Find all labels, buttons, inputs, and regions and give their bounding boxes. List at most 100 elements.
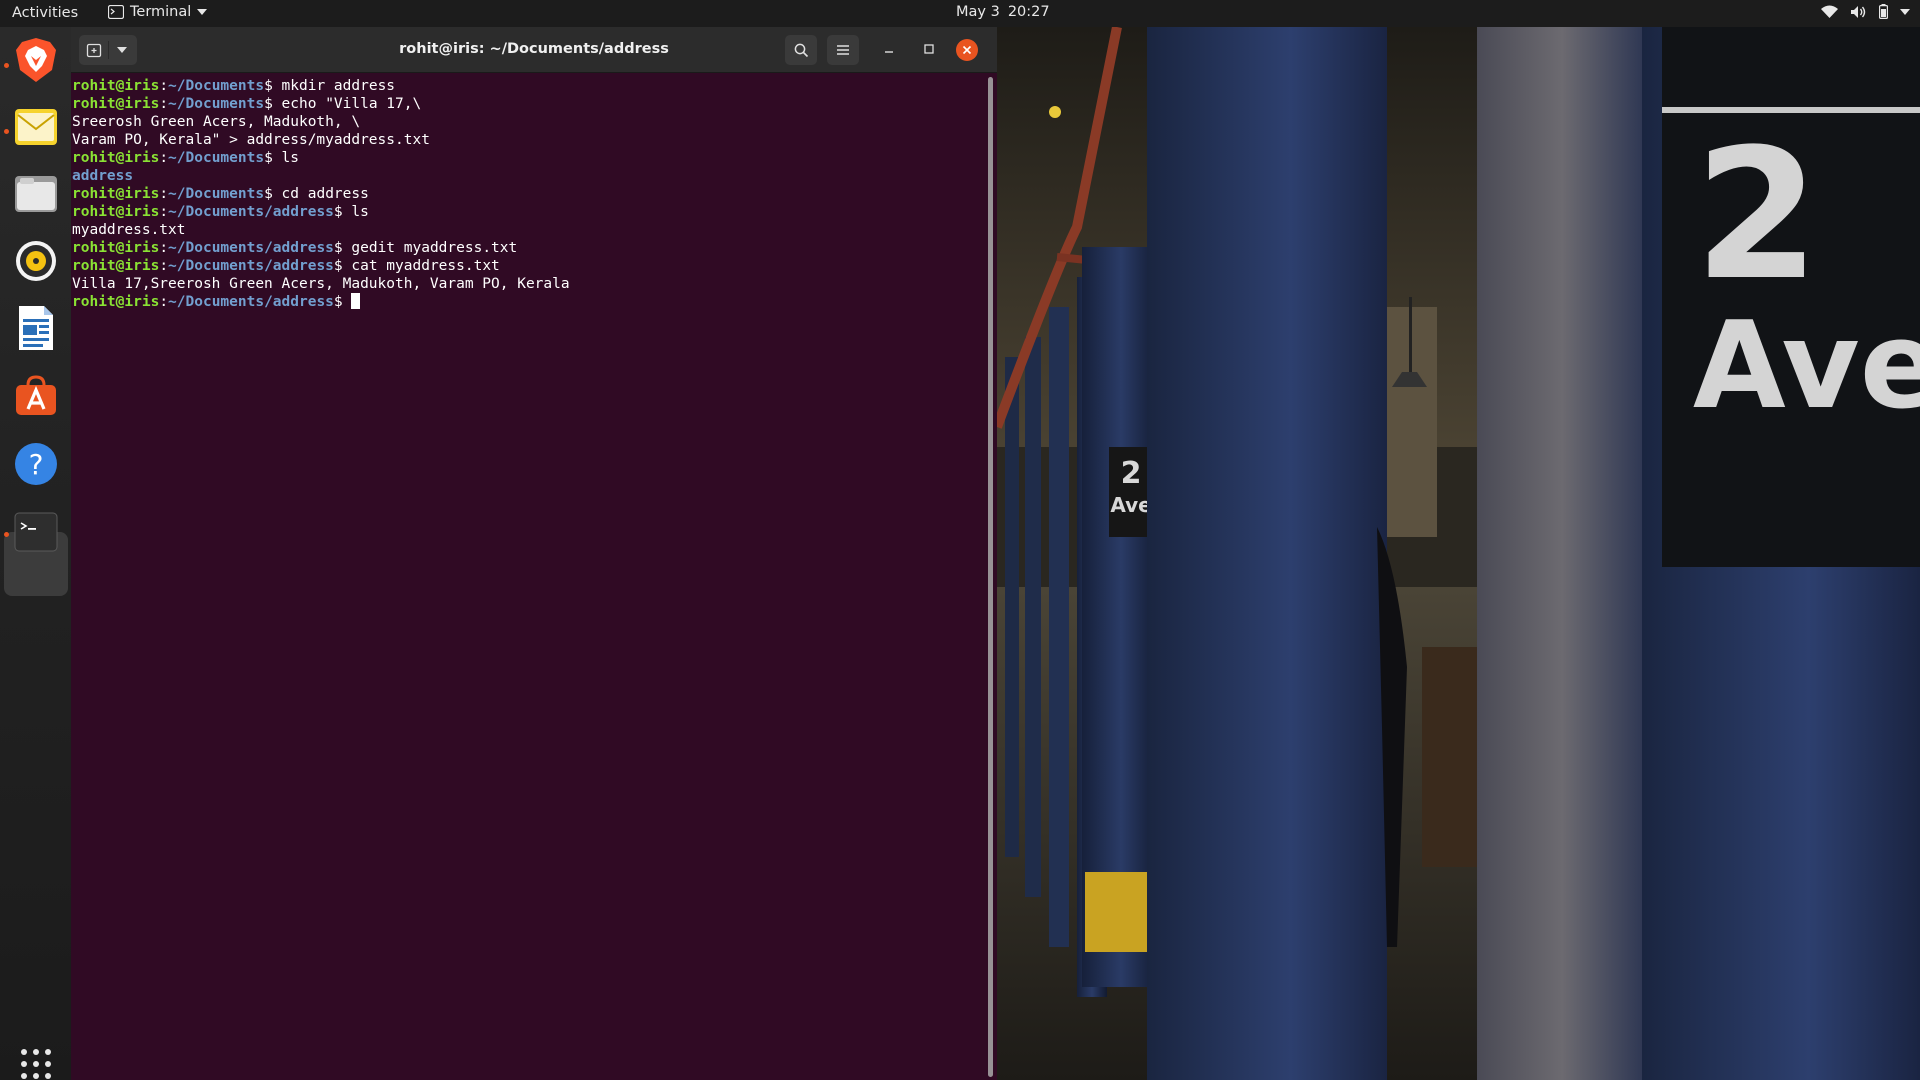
text-cursor bbox=[351, 293, 361, 309]
terminal-output[interactable]: rohit@iris:~/Documents$ mkdir address roh… bbox=[71, 73, 997, 1080]
prompt-separator: : bbox=[159, 294, 169, 310]
prompt-symbol: $ bbox=[333, 258, 343, 274]
prompt-path: ~/Documents/address bbox=[168, 258, 334, 274]
volume-icon bbox=[1851, 5, 1866, 18]
prompt-separator: : bbox=[159, 150, 169, 166]
small-station-sign-text: Ave bbox=[1110, 493, 1151, 517]
rhythmbox-icon bbox=[16, 241, 56, 281]
prompt-symbol: $ bbox=[333, 204, 343, 220]
dock-item-writer[interactable] bbox=[12, 304, 60, 352]
activities-button[interactable]: Activities bbox=[12, 5, 78, 21]
terminal-line: rohit@iris:~/Documents$ echo "Villa 17,\ bbox=[72, 95, 997, 113]
terminal-line: rohit@iris:~/Documents/address$ ls bbox=[72, 203, 997, 221]
prompt-user: rohit@iris bbox=[72, 96, 160, 112]
prompt-path: ~/Documents bbox=[168, 78, 265, 94]
prompt-separator: : bbox=[159, 96, 169, 112]
dock-item-mail[interactable] bbox=[12, 103, 60, 151]
clock-date: May 3 bbox=[956, 4, 1000, 20]
running-indicator bbox=[4, 532, 9, 537]
prompt-path: ~/Documents bbox=[168, 186, 265, 202]
prompt-separator: : bbox=[159, 204, 169, 220]
terminal-line: Villa 17,Sreerosh Green Acers, Madukoth,… bbox=[72, 275, 997, 293]
dock-item-terminal[interactable] bbox=[12, 508, 60, 556]
prompt-user: rohit@iris bbox=[72, 204, 160, 220]
terminal-line: myaddress.txt bbox=[72, 221, 997, 239]
close-button[interactable] bbox=[956, 39, 978, 61]
command-text: mkdir address bbox=[272, 78, 396, 94]
close-icon bbox=[962, 45, 972, 55]
prompt-symbol: $ bbox=[333, 240, 343, 256]
prompt-path: ~/Documents/address bbox=[168, 240, 334, 256]
top-bar: Activities Terminal May 3 20:27 bbox=[0, 0, 1920, 27]
prompt-user: rohit@iris bbox=[72, 78, 160, 94]
help-icon: ? bbox=[15, 443, 57, 485]
command-output: Sreerosh Green Acers, Madukoth, \ bbox=[72, 114, 361, 130]
prompt-path: ~/Documents bbox=[168, 96, 265, 112]
terminal-titlebar[interactable]: rohit@iris: ~/Documents/address bbox=[71, 27, 997, 73]
dock: ? bbox=[0, 27, 71, 1080]
dock-item-software[interactable] bbox=[12, 371, 60, 419]
maximize-icon bbox=[924, 44, 934, 54]
prompt-symbol: $ bbox=[264, 150, 273, 166]
dock-item-help[interactable]: ? bbox=[12, 440, 60, 488]
wifi-icon bbox=[1821, 5, 1838, 18]
prompt-user: rohit@iris bbox=[72, 294, 160, 310]
command-text: ls bbox=[342, 204, 369, 220]
app-menu[interactable]: Terminal bbox=[108, 4, 208, 20]
prompt-path: ~/Documents/address bbox=[168, 294, 334, 310]
chevron-down-icon bbox=[1900, 8, 1910, 15]
show-applications-button[interactable] bbox=[12, 1040, 60, 1080]
scrollbar[interactable] bbox=[988, 77, 993, 1077]
brave-icon bbox=[16, 38, 56, 82]
prompt-separator: : bbox=[159, 186, 169, 202]
terminal-window[interactable]: rohit@iris: ~/Documents/address rohit@ir… bbox=[71, 27, 997, 1080]
running-indicator bbox=[4, 63, 9, 68]
directory-output: address bbox=[72, 168, 134, 184]
command-text bbox=[343, 294, 352, 310]
battery-icon bbox=[1879, 4, 1888, 19]
menu-button[interactable] bbox=[827, 35, 859, 65]
small-station-sign-number: 2 bbox=[1121, 456, 1142, 491]
grid-icon bbox=[21, 1049, 51, 1079]
prompt-path: ~/Documents/address bbox=[168, 204, 334, 220]
desktop-wallpaper: 2 Ave 2 Ave bbox=[997, 27, 1920, 1080]
dock-item-files[interactable] bbox=[12, 170, 60, 218]
prompt-user: rohit@iris bbox=[72, 186, 160, 202]
terminal-line: rohit@iris:~/Documents$ ls bbox=[72, 149, 997, 167]
system-tray[interactable] bbox=[1821, 4, 1910, 19]
prompt-symbol: $ bbox=[264, 78, 273, 94]
command-text: cd address bbox=[272, 186, 369, 202]
dock-item-brave[interactable] bbox=[12, 36, 60, 84]
files-icon bbox=[15, 176, 57, 212]
software-icon bbox=[16, 375, 56, 415]
station-sign-text: Ave bbox=[1693, 297, 1920, 436]
terminal-line: rohit@iris:~/Documents/address$ cat myad… bbox=[72, 257, 997, 275]
mail-icon bbox=[15, 109, 57, 145]
terminal-line: Sreerosh Green Acers, Madukoth, \ bbox=[72, 113, 997, 131]
subway-wallpaper-image: 2 Ave 2 Ave bbox=[997, 27, 1920, 1080]
prompt-separator: : bbox=[159, 78, 169, 94]
terminal-icon bbox=[14, 512, 58, 552]
search-icon bbox=[794, 43, 808, 57]
prompt-symbol: $ bbox=[264, 96, 273, 112]
terminal-small-icon bbox=[108, 5, 124, 19]
svg-text:?: ? bbox=[29, 448, 44, 481]
terminal-line: rohit@iris:~/Documents$ cd address bbox=[72, 185, 997, 203]
station-sign-number: 2 bbox=[1694, 111, 1819, 320]
running-indicator bbox=[4, 129, 9, 134]
prompt-user: rohit@iris bbox=[72, 150, 160, 166]
command-text: gedit myaddress.txt bbox=[342, 240, 518, 256]
hamburger-icon bbox=[837, 45, 849, 55]
command-output: Varam PO, Kerala" > address/myaddress.tx… bbox=[72, 132, 430, 148]
prompt-symbol: $ bbox=[333, 294, 343, 310]
command-text: ls bbox=[272, 150, 300, 166]
terminal-line: rohit@iris:~/Documents$ mkdir address bbox=[72, 77, 997, 95]
command-output: myaddress.txt bbox=[72, 222, 186, 238]
minimize-button[interactable] bbox=[877, 37, 901, 61]
terminal-line: rohit@iris:~/Documents/address$ gedit my… bbox=[72, 239, 997, 257]
clock[interactable]: May 3 20:27 bbox=[956, 4, 1050, 20]
dock-item-rhythmbox[interactable] bbox=[12, 237, 60, 285]
maximize-button[interactable] bbox=[917, 37, 941, 61]
command-text: cat myaddress.txt bbox=[342, 258, 500, 274]
search-button[interactable] bbox=[785, 35, 817, 65]
